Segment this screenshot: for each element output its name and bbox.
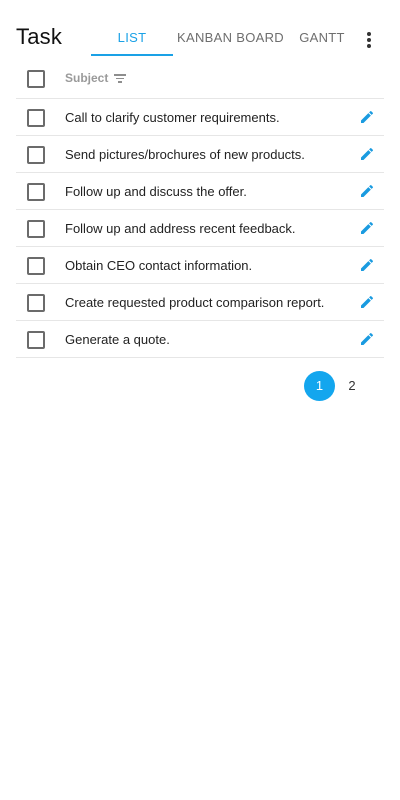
edit-icon[interactable] [359, 146, 375, 162]
table-row[interactable]: Generate a quote. [16, 321, 384, 358]
page-button-current[interactable]: 1 [304, 371, 335, 401]
more-vertical-icon[interactable] [359, 30, 379, 50]
row-subject[interactable]: Follow up and address recent feedback. [65, 221, 296, 236]
pagination: 1 2 [304, 371, 364, 401]
table-row[interactable]: Follow up and discuss the offer. [16, 173, 384, 210]
edit-icon[interactable] [359, 183, 375, 199]
row-checkbox[interactable] [27, 294, 45, 312]
row-subject[interactable]: Create requested product comparison repo… [65, 295, 324, 310]
row-subject[interactable]: Call to clarify customer requirements. [65, 110, 280, 125]
task-app: Task List Kanban Board Gantt Subject [0, 0, 400, 800]
edit-icon[interactable] [359, 220, 375, 236]
task-table: Subject Call to clarify customer require… [16, 60, 384, 358]
row-subject[interactable]: Send pictures/brochures of new products. [65, 147, 305, 162]
table-row[interactable]: Obtain CEO contact information. [16, 247, 384, 284]
more-dot [367, 38, 371, 42]
edit-icon[interactable] [359, 294, 375, 310]
table-row[interactable]: Create requested product comparison repo… [16, 284, 384, 321]
edit-icon[interactable] [359, 331, 375, 347]
page-title: Task [16, 24, 63, 49]
tab-kanban-board[interactable]: Kanban Board [173, 20, 288, 54]
row-subject[interactable]: Obtain CEO contact information. [65, 258, 252, 273]
row-checkbox[interactable] [27, 257, 45, 275]
row-subject[interactable]: Generate a quote. [65, 332, 170, 347]
column-header-label: Subject [65, 71, 109, 85]
tab-gantt[interactable]: Gantt [288, 20, 356, 54]
select-all-checkbox[interactable] [27, 70, 45, 88]
row-checkbox[interactable] [27, 220, 45, 238]
row-checkbox[interactable] [27, 331, 45, 349]
more-dot [367, 32, 371, 36]
table-row[interactable]: Call to clarify customer requirements. [16, 99, 384, 136]
filter-icon[interactable] [114, 73, 127, 83]
row-checkbox[interactable] [27, 183, 45, 201]
table-row[interactable]: Send pictures/brochures of new products. [16, 136, 384, 173]
tab-list[interactable]: List [91, 20, 173, 56]
row-checkbox[interactable] [27, 146, 45, 164]
table-header: Subject [16, 60, 384, 99]
edit-icon[interactable] [359, 257, 375, 273]
page-button[interactable]: 2 [340, 371, 364, 401]
table-row[interactable]: Follow up and address recent feedback. [16, 210, 384, 247]
edit-icon[interactable] [359, 109, 375, 125]
more-dot [367, 44, 371, 48]
view-tabs: List Kanban Board Gantt [91, 20, 356, 56]
row-checkbox[interactable] [27, 109, 45, 127]
column-header-subject[interactable]: Subject [65, 71, 127, 85]
header: Task List Kanban Board Gantt [0, 0, 400, 56]
row-subject[interactable]: Follow up and discuss the offer. [65, 184, 247, 199]
